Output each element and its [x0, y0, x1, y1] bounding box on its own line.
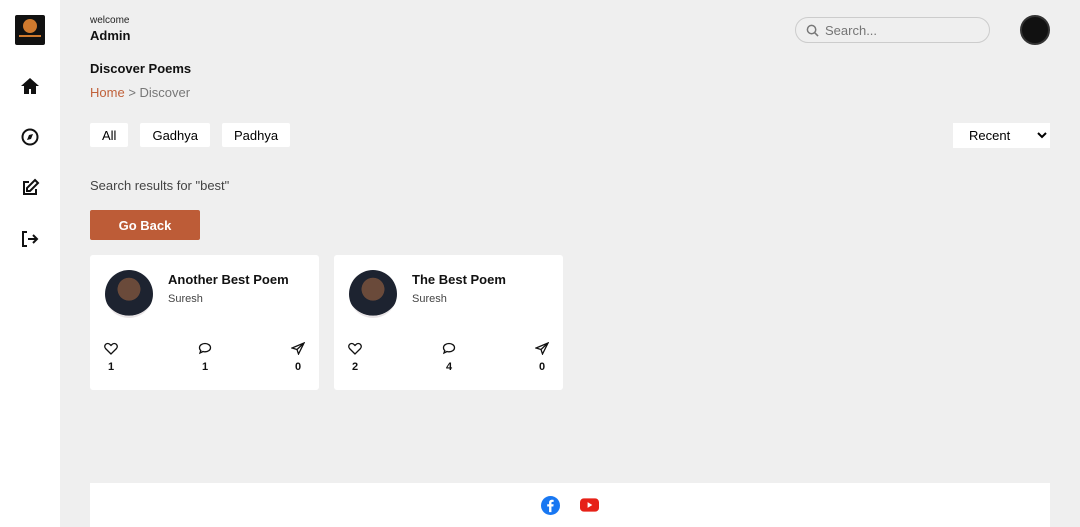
search-icon	[806, 24, 819, 37]
footer	[90, 483, 1050, 527]
sidebar	[0, 0, 60, 527]
filter-padhya[interactable]: Padhya	[222, 123, 291, 147]
breadcrumb-separator: >	[128, 85, 136, 100]
send-icon	[291, 342, 305, 355]
go-back-button[interactable]: Go Back	[90, 210, 200, 240]
share-count: 0	[538, 361, 546, 373]
like-count: 1	[107, 361, 115, 373]
author-avatar	[105, 270, 153, 318]
avatar[interactable]	[1020, 15, 1050, 45]
filter-gadhya[interactable]: Gadhya	[140, 123, 210, 147]
like-button[interactable]: 1	[96, 342, 126, 373]
send-icon	[535, 342, 549, 355]
author-avatar	[349, 270, 397, 318]
sort-select[interactable]: Recent	[953, 123, 1050, 148]
comment-button[interactable]: 1	[190, 342, 220, 373]
welcome-label: welcome	[90, 15, 130, 26]
poem-card[interactable]: The Best Poem Suresh 2 4 0	[334, 255, 563, 390]
logout-icon[interactable]	[20, 229, 40, 249]
search-input[interactable]	[825, 22, 975, 38]
heart-icon	[348, 342, 362, 355]
comment-button[interactable]: 4	[434, 342, 464, 373]
facebook-icon[interactable]	[541, 495, 560, 515]
breadcrumb-current: Discover	[139, 85, 191, 100]
poem-author: Suresh	[168, 293, 203, 305]
logo[interactable]	[15, 15, 45, 45]
like-button[interactable]: 2	[340, 342, 370, 373]
compass-icon[interactable]	[20, 127, 40, 147]
page-title: Discover Poems	[90, 61, 192, 76]
search-results-text: Search results for "best"	[90, 178, 230, 193]
share-count: 0	[294, 361, 302, 373]
search-box[interactable]	[795, 17, 990, 43]
comment-count: 1	[201, 361, 209, 373]
share-button[interactable]: 0	[527, 342, 557, 373]
filter-all[interactable]: All	[90, 123, 129, 147]
poem-author: Suresh	[412, 293, 447, 305]
user-name: Admin	[90, 28, 131, 43]
edit-icon[interactable]	[20, 178, 40, 198]
breadcrumb-home[interactable]: Home	[90, 85, 125, 100]
comment-count: 4	[445, 361, 453, 373]
home-icon[interactable]	[20, 76, 40, 96]
poem-title[interactable]: The Best Poem	[412, 272, 506, 287]
heart-icon	[104, 342, 118, 355]
comment-icon	[198, 342, 212, 355]
youtube-icon[interactable]	[580, 498, 599, 512]
share-button[interactable]: 0	[283, 342, 313, 373]
like-count: 2	[351, 361, 359, 373]
poem-card[interactable]: Another Best Poem Suresh 1 1 0	[90, 255, 319, 390]
poem-title[interactable]: Another Best Poem	[168, 272, 289, 287]
comment-icon	[442, 342, 456, 355]
breadcrumb: Home > Discover	[90, 85, 190, 100]
